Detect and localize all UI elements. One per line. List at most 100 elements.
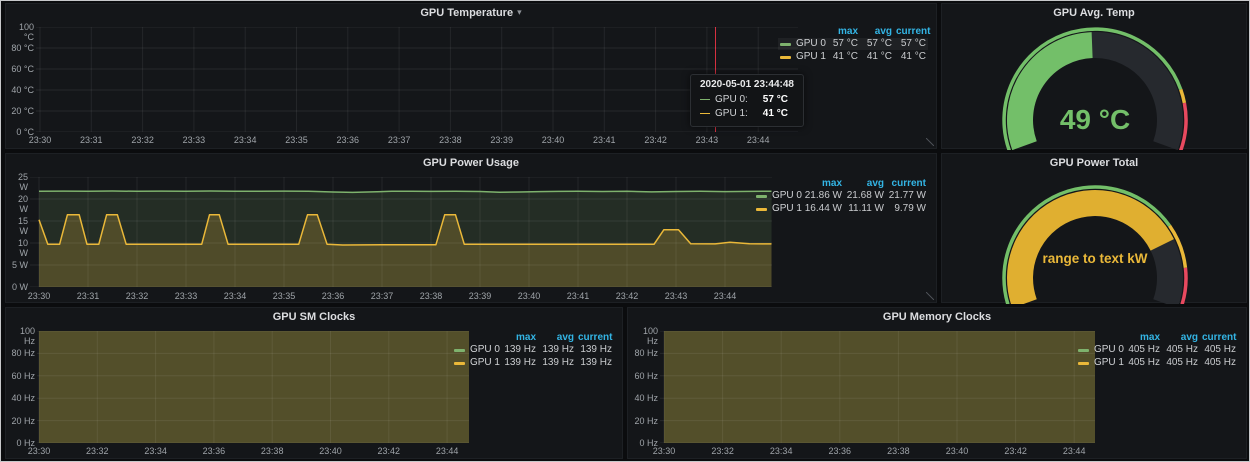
legend-series-label[interactable]: GPU 1 xyxy=(1094,357,1124,369)
legend-column-header[interactable]: avg xyxy=(1162,332,1200,343)
chevron-down-icon[interactable]: ▾ xyxy=(517,8,522,17)
series-color-swatch xyxy=(780,43,791,46)
y-tick-label: 100 °C xyxy=(8,22,34,32)
x-tick-label: 23:42 xyxy=(999,446,1033,456)
y-tick-label: 5 W xyxy=(8,260,28,270)
panel-header: GPU SM Clocks xyxy=(6,308,622,325)
legend-column-header[interactable]: max xyxy=(802,178,844,189)
x-tick-label: 23:39 xyxy=(485,135,519,145)
legend-column-header[interactable]: max xyxy=(826,26,860,37)
x-tick-label: 23:32 xyxy=(80,446,114,456)
y-tick-label: 60 Hz xyxy=(630,371,658,381)
x-tick-label: 23:42 xyxy=(639,135,673,145)
series-color-swatch xyxy=(1078,362,1089,365)
legend-stat-value: 139 Hz xyxy=(576,344,614,356)
x-tick-label: 23:39 xyxy=(463,291,497,301)
x-tick-label: 23:38 xyxy=(255,446,289,456)
x-tick-label: 23:30 xyxy=(647,446,681,456)
x-tick-label: 23:33 xyxy=(169,291,203,301)
gauge-value-text: 49 °C xyxy=(1060,104,1130,135)
legend-column-header[interactable]: max xyxy=(1124,332,1162,343)
legend-column-header[interactable]: avg xyxy=(844,178,886,189)
x-tick-label: 23:38 xyxy=(881,446,915,456)
legend-table: maxavgcurrentGPU 021.86 W21.68 W21.77 WG… xyxy=(754,178,928,215)
legend-stat-value: 139 Hz xyxy=(500,344,538,356)
x-tick-label: 23:35 xyxy=(280,135,314,145)
x-tick-label: 23:32 xyxy=(706,446,740,456)
y-tick-label: 60 °C xyxy=(8,64,34,74)
x-tick-label: 23:36 xyxy=(197,446,231,456)
legend-column-header[interactable]: current xyxy=(894,26,928,37)
chart-tooltip: 2020-05-01 23:44:48 —GPU 0:57 °C—GPU 1:4… xyxy=(690,74,804,127)
x-tick-label: 23:34 xyxy=(139,446,173,456)
y-tick-label: 80 °C xyxy=(8,43,34,53)
x-tick-label: 23:38 xyxy=(433,135,467,145)
legend-column-header[interactable]: current xyxy=(886,178,928,189)
legend-stat-value: 405 Hz xyxy=(1124,344,1162,356)
series-color-swatch xyxy=(756,208,767,211)
legend-stat-value: 9.79 W xyxy=(886,203,928,215)
x-tick-label: 23:43 xyxy=(659,291,693,301)
panel-gpu-avg-temp: GPU Avg. Temp 49 °C xyxy=(941,3,1247,149)
legend-row: GPU 1 xyxy=(452,357,500,369)
chart-canvas[interactable] xyxy=(37,331,469,443)
panel-title-gpu-power-usage[interactable]: GPU Power Usage xyxy=(423,157,519,169)
legend-row: GPU 0 xyxy=(1076,344,1124,356)
panel-gpu-temperature: GPU Temperature ▾ 2020-05-01 23:44:48 —G… xyxy=(5,3,937,149)
x-tick-label: 23:32 xyxy=(126,135,160,145)
x-tick-label: 23:36 xyxy=(331,135,365,145)
legend-table: maxavgcurrentGPU 0405 Hz405 Hz405 HzGPU … xyxy=(1076,332,1238,369)
chart-canvas[interactable] xyxy=(660,331,1095,443)
x-tick-label: 23:34 xyxy=(218,291,252,301)
legend-series-label[interactable]: GPU 0 xyxy=(772,190,802,202)
legend-column-header[interactable]: current xyxy=(576,332,614,343)
y-tick-label: 40 Hz xyxy=(630,393,658,403)
legend-column-header[interactable]: avg xyxy=(538,332,576,343)
tooltip-series-value: 57 °C xyxy=(763,93,788,107)
legend-stat-value: 405 Hz xyxy=(1200,357,1238,369)
legend-column-header[interactable]: avg xyxy=(860,26,894,37)
legend-stat-value: 21.86 W xyxy=(802,190,844,202)
x-tick-label: 23:37 xyxy=(382,135,416,145)
tooltip-timestamp: 2020-05-01 23:44:48 xyxy=(700,79,794,90)
x-tick-label: 23:44 xyxy=(741,135,775,145)
y-tick-label: 20 W xyxy=(8,194,28,204)
legend-stat-value: 21.68 W xyxy=(844,190,886,202)
panel-resize-handle[interactable] xyxy=(926,138,934,146)
legend-row: GPU 1 xyxy=(754,203,802,215)
x-tick-label: 23:44 xyxy=(708,291,742,301)
panel-resize-handle[interactable] xyxy=(926,292,934,300)
x-tick-label: 23:40 xyxy=(940,446,974,456)
series-color-swatch xyxy=(1078,349,1089,352)
x-tick-label: 23:33 xyxy=(177,135,211,145)
chart-canvas[interactable] xyxy=(36,27,798,132)
legend-series-label[interactable]: GPU 1 xyxy=(772,203,802,215)
legend-stat-value: 41 °C xyxy=(826,51,860,63)
y-tick-label: 100 Hz xyxy=(8,326,35,336)
legend-column-header[interactable]: current xyxy=(1200,332,1238,343)
legend-series-label[interactable]: GPU 0 xyxy=(470,344,500,356)
gauge-arc: 49 °C xyxy=(942,4,1248,150)
x-tick-label: 23:35 xyxy=(267,291,301,301)
tooltip-series-value: 41 °C xyxy=(763,107,788,121)
legend-series-label[interactable]: GPU 0 xyxy=(796,38,826,50)
chart-canvas[interactable] xyxy=(30,177,772,287)
legend-series-label[interactable]: GPU 1 xyxy=(470,357,500,369)
legend-series-label[interactable]: GPU 1 xyxy=(796,51,826,63)
x-tick-label: 23:38 xyxy=(414,291,448,301)
panel-title-gpu-temperature[interactable]: GPU Temperature xyxy=(420,7,513,19)
panel-title-gpu-memory-clocks[interactable]: GPU Memory Clocks xyxy=(883,311,991,323)
x-tick-label: 23:31 xyxy=(74,135,108,145)
x-tick-label: 23:36 xyxy=(316,291,350,301)
tooltip-rows: —GPU 0:57 °C—GPU 1:41 °C xyxy=(700,93,794,121)
y-tick-label: 40 Hz xyxy=(8,393,35,403)
legend-stat-value: 405 Hz xyxy=(1124,357,1162,369)
x-tick-label: 23:43 xyxy=(690,135,724,145)
panel-title-gpu-sm-clocks[interactable]: GPU SM Clocks xyxy=(273,311,356,323)
legend-stat-value: 139 Hz xyxy=(576,357,614,369)
y-tick-label: 10 W xyxy=(8,238,28,248)
y-tick-label: 15 W xyxy=(8,216,28,226)
x-tick-label: 23:44 xyxy=(1057,446,1091,456)
legend-column-header[interactable]: max xyxy=(500,332,538,343)
legend-series-label[interactable]: GPU 0 xyxy=(1094,344,1124,356)
